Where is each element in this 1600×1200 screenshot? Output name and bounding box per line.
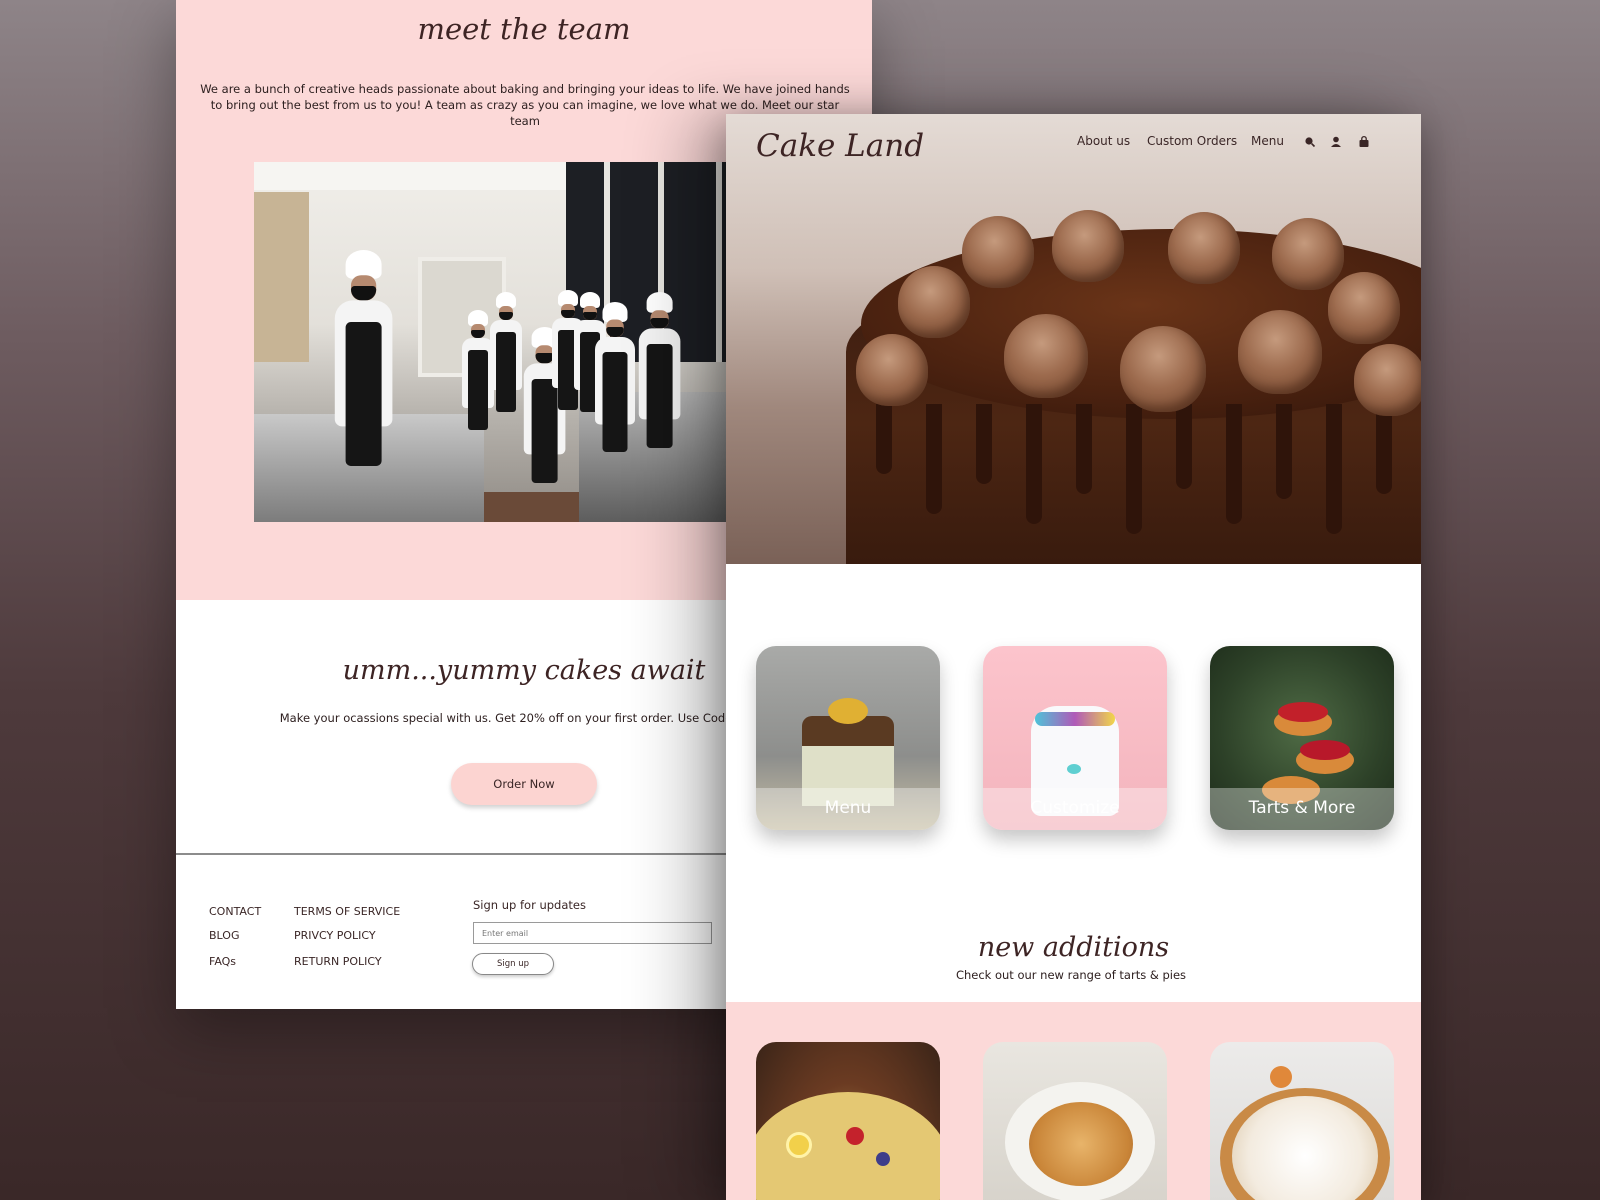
- category-card-customize[interactable]: Customize: [983, 646, 1167, 830]
- new-additions-subtitle: Check out our new range of tarts & pies: [955, 968, 1187, 982]
- category-label-menu: Menu: [756, 788, 940, 830]
- footer-link-blog[interactable]: BLOG: [209, 929, 239, 942]
- signup-label: Sign up for updates: [473, 898, 586, 912]
- team-title: meet the team: [417, 12, 631, 46]
- hero-image: Cake Land About us Custom Orders Menu: [726, 114, 1421, 564]
- footer-link-faqs[interactable]: FAQs: [209, 955, 236, 968]
- nav-menu[interactable]: Menu: [1251, 134, 1284, 148]
- cart-icon[interactable]: [1357, 135, 1371, 149]
- new-additions-title: new additions: [977, 932, 1170, 963]
- footer-link-terms[interactable]: TERMS OF SERVICE: [294, 905, 400, 918]
- product-card-meringue-pie[interactable]: [1210, 1042, 1394, 1200]
- product-card-apple-tart[interactable]: [983, 1042, 1167, 1200]
- home-page-panel: Cake Land About us Custom Orders Menu Me…: [726, 114, 1421, 1200]
- order-now-button[interactable]: Order Now: [451, 763, 597, 805]
- user-icon[interactable]: [1329, 135, 1343, 149]
- category-label-customize: Customize: [983, 788, 1167, 830]
- footer-link-contact[interactable]: CONTACT: [209, 905, 261, 918]
- product-card-fruit-tart[interactable]: [756, 1042, 940, 1200]
- site-logo[interactable]: Cake Land: [756, 128, 924, 164]
- category-card-tarts[interactable]: Tarts & More: [1210, 646, 1394, 830]
- email-field[interactable]: [473, 922, 712, 944]
- search-icon[interactable]: [1303, 135, 1317, 149]
- footer-link-return[interactable]: RETURN POLICY: [294, 955, 382, 968]
- category-card-menu[interactable]: Menu: [756, 646, 940, 830]
- team-photo: [254, 162, 774, 522]
- nav-custom-orders[interactable]: Custom Orders: [1147, 134, 1237, 148]
- nav-about-us[interactable]: About us: [1077, 134, 1130, 148]
- signup-button[interactable]: Sign up: [472, 953, 554, 975]
- category-label-tarts: Tarts & More: [1210, 788, 1394, 830]
- footer-link-privacy[interactable]: PRIVCY POLICY: [294, 929, 376, 942]
